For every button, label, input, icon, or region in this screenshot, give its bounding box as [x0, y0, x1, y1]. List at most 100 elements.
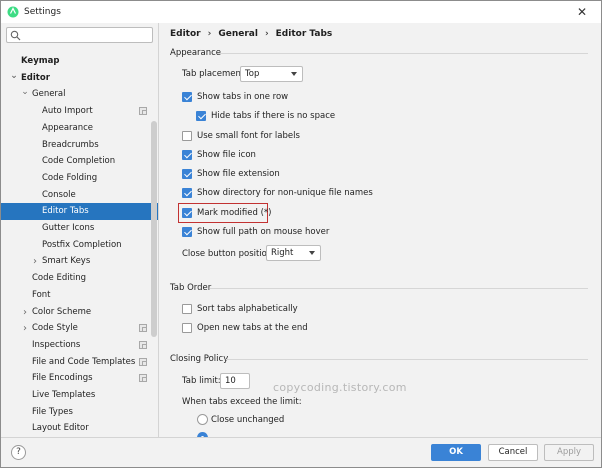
sidebar-item[interactable]: Console	[1, 187, 158, 204]
chevron-right-icon[interactable]: ›	[20, 304, 30, 321]
sidebar-item[interactable]: Layout Editor	[1, 420, 158, 437]
chevron-right-icon[interactable]: ›	[20, 320, 30, 337]
section-divider	[210, 288, 588, 289]
show-file-extension-checkbox[interactable]: Show file extension	[182, 167, 280, 181]
android-studio-icon	[7, 6, 19, 18]
sort-alpha-checkbox[interactable]: Sort tabs alphabetically	[182, 302, 298, 316]
breadcrumb-general: General	[218, 29, 258, 39]
checkbox-checked-icon[interactable]	[196, 111, 206, 121]
close-button-position-select[interactable]: Right	[266, 245, 321, 261]
tab-limit-input[interactable]: 10	[220, 373, 250, 389]
close-button-position-label: Close button position:	[182, 249, 276, 259]
settings-sidebar: Keymap ⌄ Editor ⌄ General Auto Import Appearan…	[1, 23, 159, 437]
checkbox-unchecked-icon[interactable]	[182, 323, 192, 333]
sidebar-item-label: Code Completion	[42, 156, 116, 167]
sidebar-item[interactable]: Appearance	[1, 120, 158, 137]
breadcrumb-editor: Editor	[170, 29, 201, 39]
close-icon[interactable]: ✕	[575, 5, 589, 19]
exceed-limit-label: When tabs exceed the limit:	[182, 397, 302, 407]
sidebar-item[interactable]: Keymap	[1, 53, 158, 70]
show-full-path-checkbox[interactable]: Show full path on mouse hover	[182, 225, 329, 239]
sidebar-item[interactable]: Breadcrumbs	[1, 137, 158, 154]
checkbox-checked-icon[interactable]	[182, 227, 192, 237]
mark-modified-checkbox[interactable]: Mark modified (*)	[182, 206, 271, 220]
small-font-label: Use small font for labels	[197, 131, 300, 141]
project-settings-icon	[139, 340, 147, 349]
sidebar-item-label: Smart Keys	[42, 256, 91, 267]
mark-modified-label: Mark modified (*)	[197, 208, 272, 218]
search-icon	[10, 30, 21, 41]
breadcrumb-editor-tabs: Editor Tabs	[275, 29, 333, 39]
settings-content: Editor › General › Editor Tabs Appearanc…	[160, 23, 601, 437]
title-bar: Settings ✕	[1, 1, 601, 23]
project-settings-icon	[139, 324, 147, 333]
checkbox-checked-icon[interactable]	[182, 188, 192, 198]
checkbox-checked-icon[interactable]	[182, 92, 192, 102]
sidebar-item[interactable]: File and Code Templates	[1, 354, 158, 371]
sidebar-scrollbar[interactable]	[151, 121, 157, 337]
chevron-down-icon[interactable]: ⌄	[20, 86, 30, 99]
content-scrollbar[interactable]	[594, 23, 601, 437]
sidebar-item[interactable]: ⌄ Editor	[1, 70, 158, 87]
section-divider	[218, 53, 588, 54]
sidebar-item-label: File and Code Templates	[32, 356, 136, 367]
sidebar-item[interactable]: File Encodings	[1, 370, 158, 387]
show-file-icon-label: Show file icon	[197, 150, 256, 160]
checkbox-checked-icon[interactable]	[182, 150, 192, 160]
breadcrumb: Editor › General › Editor Tabs	[170, 27, 332, 41]
close-unchanged-label: Close unchanged	[211, 415, 285, 425]
sidebar-item[interactable]: › Code Style	[1, 320, 158, 337]
project-settings-icon	[139, 374, 147, 383]
chevron-right-icon[interactable]: ›	[30, 253, 40, 270]
sidebar-item[interactable]: Live Templates	[1, 387, 158, 404]
checkbox-checked-icon[interactable]	[182, 208, 192, 218]
tab-placement-label: Tab placement:	[182, 69, 248, 79]
open-at-end-checkbox[interactable]: Open new tabs at the end	[182, 321, 308, 335]
sidebar-item[interactable]: Postfix Completion	[1, 237, 158, 254]
hide-tabs-no-space-checkbox[interactable]: Hide tabs if there is no space	[196, 109, 335, 123]
apply-button[interactable]: Apply	[544, 444, 594, 461]
section-appearance-title: Appearance	[170, 48, 222, 58]
dialog-footer: ? OK Cancel Apply	[1, 437, 601, 467]
sidebar-item[interactable]: Code Folding	[1, 170, 158, 187]
sidebar-item-label: Appearance	[42, 122, 94, 133]
section-tab-order-title: Tab Order	[170, 283, 212, 293]
window-title: Settings	[24, 7, 61, 17]
close-unchanged-radio[interactable]	[197, 414, 208, 425]
sidebar-item[interactable]: › Smart Keys	[1, 253, 158, 270]
checkbox-unchecked-icon[interactable]	[182, 131, 192, 141]
small-font-checkbox[interactable]: Use small font for labels	[182, 129, 300, 143]
show-file-icon-checkbox[interactable]: Show file icon	[182, 148, 256, 162]
tab-limit-label: Tab limit:	[182, 376, 221, 386]
tab-placement-select[interactable]: Top	[240, 66, 303, 82]
search-input[interactable]	[23, 29, 149, 41]
sidebar-item[interactable]: Code Completion	[1, 153, 158, 170]
sidebar-item[interactable]: File Types	[1, 404, 158, 421]
sidebar-item-label: Console	[42, 189, 76, 200]
show-tabs-one-row-checkbox[interactable]: Show tabs in one row	[182, 90, 288, 104]
show-file-extension-label: Show file extension	[197, 169, 280, 179]
sidebar-item[interactable]: ⌄ General	[1, 86, 158, 103]
sidebar-item[interactable]: Font	[1, 287, 158, 304]
sidebar-item-label: Inspections	[32, 339, 81, 350]
sidebar-item[interactable]: Inspections	[1, 337, 158, 354]
sidebar-item[interactable]: Auto Import	[1, 103, 158, 120]
help-button[interactable]: ?	[11, 445, 26, 460]
section-divider	[226, 359, 588, 360]
cancel-button[interactable]: Cancel	[488, 444, 538, 461]
checkbox-checked-icon[interactable]	[182, 169, 192, 179]
checkbox-unchecked-icon[interactable]	[182, 304, 192, 314]
chevron-down-icon[interactable]: ⌄	[9, 70, 19, 83]
show-directory-checkbox[interactable]: Show directory for non-unique file names	[182, 186, 373, 200]
sidebar-item-label: File Encodings	[32, 373, 93, 384]
ok-button[interactable]: OK	[431, 444, 481, 461]
breadcrumb-separator: ›	[207, 29, 212, 39]
sidebar-item[interactable]: Code Editing	[1, 270, 158, 287]
sidebar-item[interactable]: Gutter Icons	[1, 220, 158, 237]
sidebar-item[interactable]: › Color Scheme	[1, 304, 158, 321]
section-closing-policy-title: Closing Policy	[170, 354, 229, 364]
sidebar-item-label: Code Editing	[32, 273, 87, 284]
tab-placement-value: Top	[245, 69, 260, 79]
sidebar-item[interactable]: Editor Tabs	[1, 203, 158, 221]
settings-search[interactable]	[6, 27, 153, 43]
